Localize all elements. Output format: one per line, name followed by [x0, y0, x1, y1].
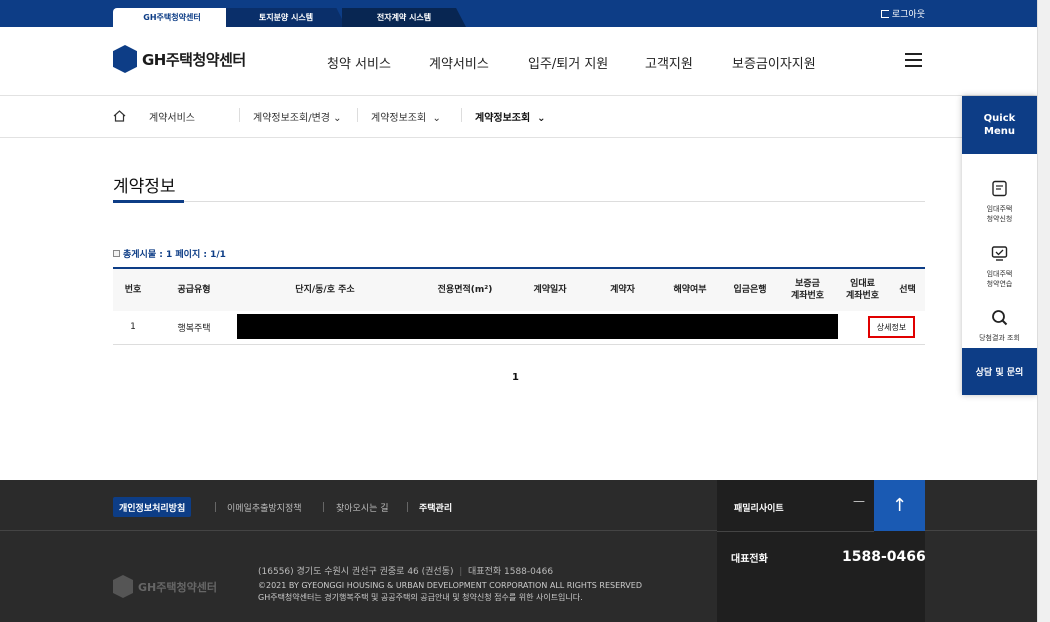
nav-deposit-interest-support[interactable]: 보증금이자지원 [732, 53, 816, 72]
nav-customer-support[interactable]: 고객지원 [645, 53, 693, 72]
quick-apply-rental-label: 임대주택 청약신청 [986, 205, 1013, 223]
site-logo[interactable]: GH주택청약센터 [113, 45, 246, 73]
quick-apply-rental[interactable]: 임대주택 청약신청 [962, 170, 1037, 224]
row-number: 1 [113, 311, 153, 345]
breadcrumb-divider [239, 108, 240, 122]
breadcrumb: 계약서비스 계약정보조회/변경 ⌄ 계약정보조회 ⌄ 계약정보조회 ⌄ [0, 96, 1050, 138]
col-supply-type: 공급유형 [177, 285, 211, 295]
pagination-page-1[interactable]: 1 [512, 372, 519, 383]
logout-icon [880, 9, 889, 18]
row-supply-type: 행복주택 [153, 311, 235, 345]
footer-address-line: (16556) 경기도 수원시 권선구 권중로 46 (권선동) | 대표전화 … [258, 567, 554, 577]
nav-contract-service[interactable]: 계약서비스 [429, 53, 489, 72]
quick-menu: Quick Menu 임대주택 청약신청 임대주택 청약연습 당첨결과 조회 상… [962, 96, 1037, 395]
breadcrumb-level4-label: 계약정보조회 [475, 113, 531, 124]
search-icon [992, 310, 1008, 326]
title-underline [113, 200, 184, 203]
breadcrumb-level3-label: 계약정보조회 [371, 113, 427, 124]
privacy-policy-link[interactable]: 개인정보처리방침 [113, 497, 192, 517]
directions-link[interactable]: 찾아오시는 길 [336, 501, 389, 514]
footer-logo: GH주택청약센터 [113, 575, 217, 598]
col-select: 선택 [899, 285, 916, 295]
quick-menu-title: Quick Menu [962, 96, 1037, 154]
consultation-button[interactable]: 상담 및 문의 [962, 348, 1037, 395]
footer-logo-text: GH주택청약센터 [138, 580, 217, 594]
breadcrumb-level2-label: 계약정보조회/변경 [253, 113, 330, 124]
breadcrumb-level3[interactable]: 계약정보조회 ⌄ [371, 109, 441, 124]
quick-practice-rental-label: 임대주택 청약연습 [986, 270, 1013, 288]
tab-gh-housing[interactable]: GH주택청약센터 [113, 8, 231, 27]
document-edit-icon [992, 180, 1007, 197]
logout-label: 로그아웃 [891, 10, 925, 20]
col-contractor: 계약자 [610, 285, 635, 295]
scroll-top-arrow-icon[interactable]: ↑ [874, 480, 925, 531]
site-footer: 개인정보처리방침 이메일추출방지정책 찾아오시는 길 주택관리 패밀리사이트 —… [0, 480, 1050, 622]
nav-subscription-service[interactable]: 청약 서비스 [327, 53, 391, 72]
col-area: 전용면적(m²) [437, 285, 493, 295]
tab-e-contract-system[interactable]: 전자계약 시스템 [342, 8, 466, 27]
rep-phone-number: 1588-0466 [842, 549, 926, 565]
footer-description: GH주택청약센터는 경기행복주택 및 공공주택의 공급안내 및 청약신청 접수를… [258, 593, 583, 602]
footer-gh-logo-icon [113, 575, 133, 598]
breadcrumb-divider [461, 108, 462, 122]
email-policy-link[interactable]: 이메일추출방지정책 [227, 501, 302, 514]
col-number: 번호 [124, 285, 142, 295]
footer-divider [215, 502, 216, 512]
nav-move-in-support[interactable]: 입주/퇴거 지원 [528, 53, 608, 72]
breadcrumb-level1[interactable]: 계약서비스 [149, 109, 195, 124]
footer-divider [323, 502, 324, 512]
family-site-label[interactable]: 패밀리사이트 [734, 501, 784, 514]
footer-divider [407, 502, 408, 512]
col-rent-account: 임대료 계좌번호 [845, 279, 880, 301]
breadcrumb-divider [357, 108, 358, 122]
rep-phone-label: 대표전화 [731, 554, 768, 565]
detail-info-button[interactable]: 상세정보 [868, 316, 915, 338]
logo-text: GH주택청약센터 [142, 50, 246, 69]
footer-tel: 대표전화 1588-0466 [468, 567, 554, 577]
home-icon[interactable] [113, 110, 126, 122]
table-header-row: 번호 공급유형 단지/동/호 주소 전용면적(m²) 계약일자 계약자 해약여부… [113, 268, 925, 311]
col-deposit-bank: 입금은행 [733, 285, 767, 295]
quick-winning-result-label: 당첨결과 조회 [979, 334, 1020, 342]
post-count: 총게시물 : 1 페이지 : 1/1 [113, 247, 226, 260]
breadcrumb-level4[interactable]: 계약정보조회 ⌄ [475, 109, 546, 124]
list-icon [113, 250, 120, 257]
family-site-toggle-icon[interactable]: — [853, 494, 865, 508]
footer-info: (16556) 경기도 수원시 권선구 권중로 46 (권선동) | 대표전화 … [258, 564, 642, 604]
page-title: 계약정보 [113, 177, 176, 197]
quick-practice-rental[interactable]: 임대주택 청약연습 [962, 235, 1037, 289]
gh-logo-icon [113, 45, 137, 73]
col-deposit-account: 보증금 계좌번호 [790, 279, 825, 301]
post-count-text: 총게시물 : 1 페이지 : 1/1 [123, 250, 226, 260]
col-contract-date: 계약일자 [533, 285, 567, 295]
col-cancellation: 해약여부 [673, 285, 707, 295]
top-system-bar: GH주택청약센터 토지분양 시스템 전자계약 시스템 로그아웃 [0, 0, 1050, 27]
logout-link[interactable]: 로그아웃 [880, 7, 925, 20]
family-divider [717, 531, 874, 532]
footer-address: (16556) 경기도 수원시 권선구 권중로 46 (권선동) [258, 567, 454, 577]
rep-phone-bg [874, 531, 925, 622]
footer-copyright: ©2021 BY GYEONGGI HOUSING & URBAN DEVELO… [258, 581, 642, 590]
window-scrollbar[interactable] [1037, 0, 1050, 622]
tab-land-sale-system[interactable]: 토지분양 시스템 [226, 8, 346, 27]
hamburger-menu-icon[interactable] [905, 53, 922, 67]
quick-winning-result[interactable]: 당첨결과 조회 [962, 299, 1037, 343]
housing-management-link[interactable]: 주택관리 [419, 501, 452, 514]
breadcrumb-level2[interactable]: 계약정보조회/변경 ⌄ [253, 109, 342, 124]
site-header: GH주택청약센터 청약 서비스 계약서비스 입주/퇴거 지원 고객지원 보증금이… [0, 27, 1050, 96]
col-address: 단지/동/호 주소 [295, 285, 355, 295]
redacted-area [237, 314, 838, 339]
monitor-check-icon [991, 246, 1008, 261]
title-divider [113, 201, 925, 202]
